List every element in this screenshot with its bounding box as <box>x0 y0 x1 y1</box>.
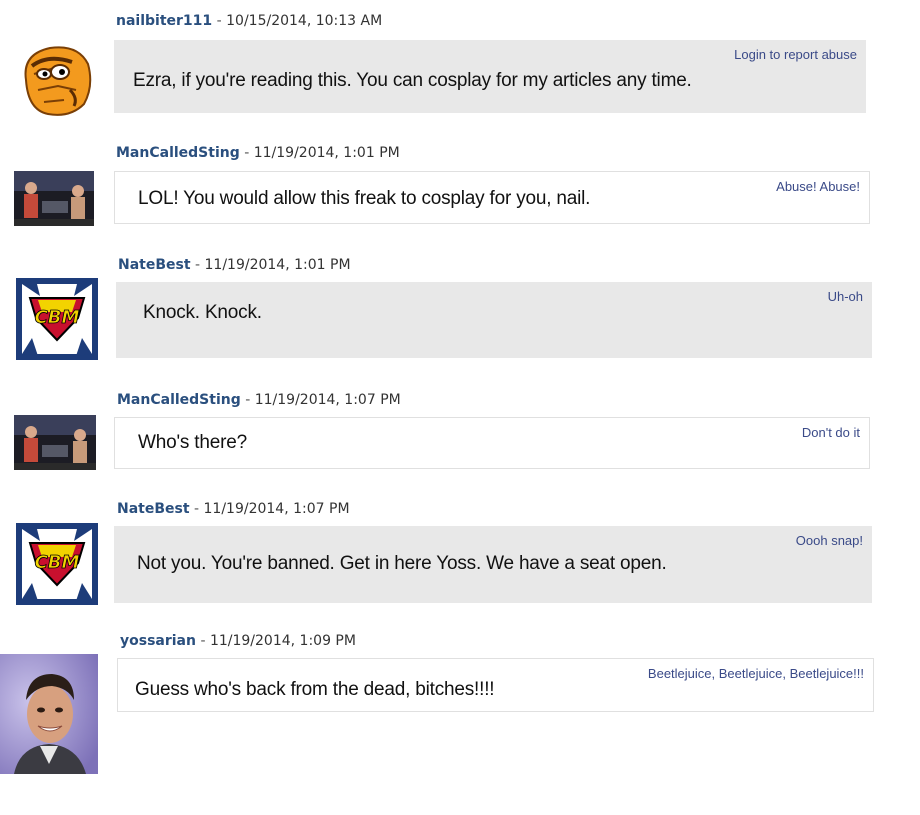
report-abuse-link[interactable]: Abuse! Abuse! <box>776 179 860 194</box>
report-abuse-link[interactable]: Beetlejuice, Beetlejuice, Beetlejuice!!! <box>648 666 864 681</box>
comment-text: Guess who's back from the dead, bitches!… <box>135 679 495 700</box>
comment-item: ManCalledSting - 11/19/2014, 1:01 PM Abu… <box>0 140 920 235</box>
man-portrait-avatar[interactable] <box>0 654 98 774</box>
username-link[interactable]: nailbiter111 <box>116 13 212 29</box>
report-abuse-link[interactable]: Oooh snap! <box>796 533 863 548</box>
timestamp: 10/15/2014, 10:13 AM <box>226 13 383 29</box>
cbm-logo-text: CBM <box>35 552 80 573</box>
username-link[interactable]: ManCalledSting <box>117 392 241 408</box>
comment-item: yossarian - 11/19/2014, 1:09 PM Beetleju… <box>0 625 920 775</box>
timestamp: 11/19/2014, 1:01 PM <box>253 145 400 161</box>
meta-separator: - <box>200 633 206 649</box>
comment-text: LOL! You would allow this freak to cospl… <box>138 188 591 209</box>
timestamp: 11/19/2014, 1:01 PM <box>204 257 351 273</box>
comment-text: Who's there? <box>138 432 247 453</box>
comment-item: NateBest - 11/19/2014, 1:07 PM CBM Oooh … <box>0 495 920 610</box>
meta-separator: - <box>195 257 201 273</box>
comment-bubble: Uh-oh Knock. Knock. <box>116 282 872 358</box>
comment-bubble: Login to report abuse Ezra, if you're re… <box>114 40 866 113</box>
meta-separator: - <box>245 392 251 408</box>
comment-text: Ezra, if you're reading this. You can co… <box>133 70 692 91</box>
band-photo-avatar[interactable] <box>14 415 96 470</box>
comment-meta: NateBest - 11/19/2014, 1:01 PM <box>118 257 351 273</box>
report-abuse-link[interactable]: Login to report abuse <box>734 47 857 62</box>
comment-text: Not you. You're banned. Get in here Yoss… <box>137 553 667 574</box>
comment-bubble: Abuse! Abuse! LOL! You would allow this … <box>114 171 870 224</box>
comment-meta: ManCalledSting - 11/19/2014, 1:07 PM <box>117 392 401 408</box>
report-abuse-link[interactable]: Uh-oh <box>828 289 863 304</box>
timestamp: 11/19/2014, 1:07 PM <box>254 392 401 408</box>
username-link[interactable]: ManCalledSting <box>116 145 240 161</box>
meta-separator: - <box>244 145 250 161</box>
username-link[interactable]: yossarian <box>120 633 196 649</box>
thing-cartoon-avatar[interactable] <box>14 40 96 118</box>
username-link[interactable]: NateBest <box>118 257 191 273</box>
cbm-logo-avatar[interactable]: CBM <box>16 523 98 605</box>
meta-separator: - <box>194 501 200 517</box>
comment-bubble: Don't do it Who's there? <box>114 417 870 469</box>
comment-item: NateBest - 11/19/2014, 1:01 PM CBM Uh-oh… <box>0 250 920 365</box>
comment-item: ManCalledSting - 11/19/2014, 1:07 PM Don… <box>0 385 920 480</box>
comment-bubble: Beetlejuice, Beetlejuice, Beetlejuice!!!… <box>117 658 874 712</box>
timestamp: 11/19/2014, 1:07 PM <box>203 501 350 517</box>
cbm-logo-avatar[interactable]: CBM <box>16 278 98 360</box>
timestamp: 11/19/2014, 1:09 PM <box>209 633 356 649</box>
comment-meta: yossarian - 11/19/2014, 1:09 PM <box>120 633 356 649</box>
comment-meta: ManCalledSting - 11/19/2014, 1:01 PM <box>116 145 400 161</box>
meta-separator: - <box>216 13 222 29</box>
report-abuse-link[interactable]: Don't do it <box>802 425 860 440</box>
comment-item: nailbiter111 - 10/15/2014, 10:13 AM Logi… <box>0 0 920 125</box>
comment-meta: NateBest - 11/19/2014, 1:07 PM <box>117 501 350 517</box>
band-photo-avatar[interactable] <box>14 171 94 226</box>
cbm-logo-text: CBM <box>35 307 80 328</box>
comment-text: Knock. Knock. <box>143 302 262 323</box>
comment-bubble: Oooh snap! Not you. You're banned. Get i… <box>114 526 872 603</box>
username-link[interactable]: NateBest <box>117 501 190 517</box>
comment-meta: nailbiter111 - 10/15/2014, 10:13 AM <box>116 13 382 29</box>
